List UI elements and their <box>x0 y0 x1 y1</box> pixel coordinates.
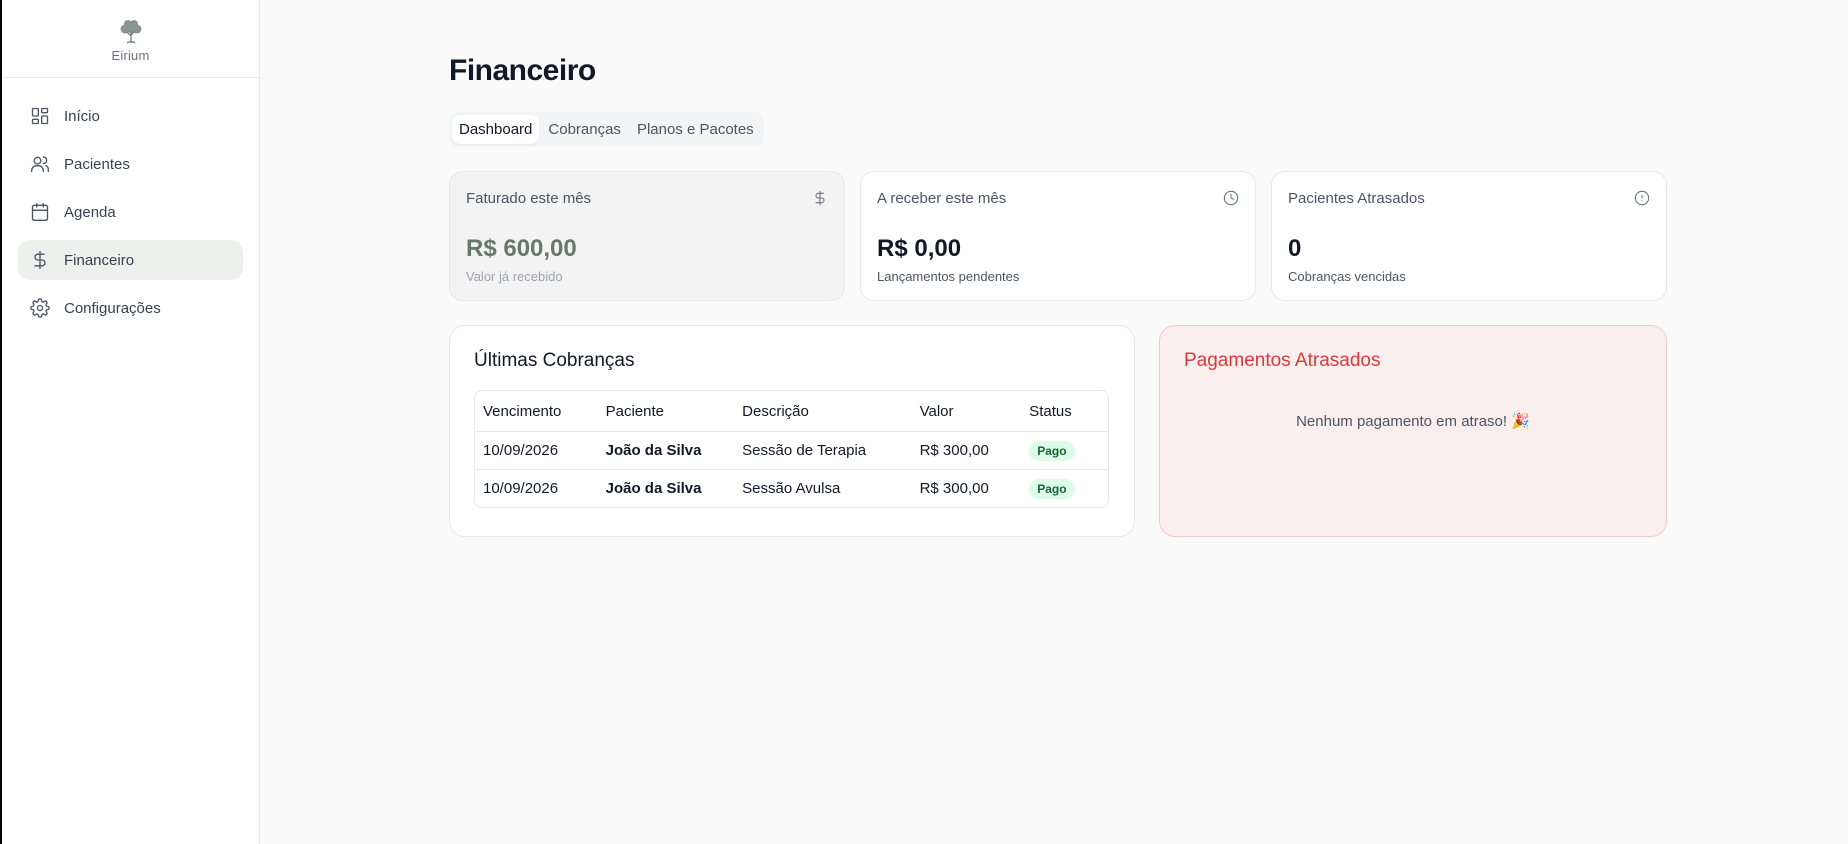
main-area: Financeiro Dashboard Cobranças Planos e … <box>260 0 1848 844</box>
brand-logo[interactable]: Eirium <box>2 0 259 78</box>
tab-bar: Dashboard Cobranças Planos e Pacotes <box>449 112 764 147</box>
table-header: Vencimento Paciente Descrição Valor Stat… <box>475 391 1108 431</box>
tab-planos-e-pacotes[interactable]: Planos e Pacotes <box>630 115 761 144</box>
sidebar-item-configuracoes[interactable]: Configurações <box>18 288 243 328</box>
column-header: Status <box>1029 402 1072 420</box>
card-a-receber: A receber este mês R$ 0,00 Lançamentos p… <box>860 171 1256 301</box>
window-edge <box>0 0 2 844</box>
cell-due-date: 10/09/2026 <box>483 480 559 497</box>
column-header: Valor <box>919 402 954 420</box>
sidebar-item-inicio[interactable]: Início <box>18 96 243 136</box>
card-subtitle: Valor já recebido <box>466 269 563 284</box>
empty-state-message: Nenhum pagamento em atraso! 🎉 <box>1296 413 1530 430</box>
cell-amount: R$ 300,00 <box>919 480 989 497</box>
cell-amount: R$ 300,00 <box>919 442 989 459</box>
status-badge: Pago <box>1029 478 1075 499</box>
lower-panels: Últimas Cobranças Vencimento Paciente De… <box>449 325 1667 537</box>
tree-logo-icon <box>120 19 141 43</box>
cell-patient: João da Silva <box>605 480 702 497</box>
sidebar-item-pacientes[interactable]: Pacientes <box>18 144 243 184</box>
alert-circle-icon <box>1634 190 1650 206</box>
cell-patient: João da Silva <box>605 442 702 459</box>
clock-icon <box>1223 190 1239 206</box>
column-header: Vencimento <box>483 402 562 420</box>
latest-charges-panel: Últimas Cobranças Vencimento Paciente De… <box>449 325 1135 537</box>
page-title: Financeiro <box>449 54 596 87</box>
table-row[interactable]: 10/09/2026 João da Silva Sessão Avulsa R… <box>475 469 1108 507</box>
sidebar-item-label: Início <box>64 107 100 125</box>
charges-table: Vencimento Paciente Descrição Valor Stat… <box>474 390 1109 508</box>
card-subtitle: Cobranças vencidas <box>1288 269 1406 284</box>
sidebar-item-financeiro[interactable]: Financeiro <box>18 240 243 280</box>
sidebar-item-label: Pacientes <box>64 155 130 173</box>
cell-description: Sessão de Terapia <box>742 442 867 459</box>
panel-title: Últimas Cobranças <box>474 350 635 371</box>
card-pacientes-atrasados: Pacientes Atrasados 0 Cobranças vencidas <box>1271 171 1667 301</box>
summary-cards: Faturado este mês R$ 600,00 Valor já rec… <box>449 171 1667 301</box>
dollar-icon <box>815 190 825 206</box>
column-header: Descrição <box>742 402 809 420</box>
card-value: 0 <box>1288 235 1302 262</box>
status-badge: Pago <box>1029 440 1075 461</box>
card-faturado: Faturado este mês R$ 600,00 Valor já rec… <box>449 171 845 301</box>
brand-name: Eirium <box>111 47 150 63</box>
dollar-icon <box>34 251 46 269</box>
sidebar-item-agenda[interactable]: Agenda <box>18 192 243 232</box>
cell-status: Pago <box>1021 440 1108 461</box>
dashboard-grid-icon <box>31 107 49 125</box>
card-label: Faturado este mês <box>466 190 592 207</box>
tab-dashboard[interactable]: Dashboard <box>452 115 540 144</box>
column-header: Paciente <box>605 402 664 420</box>
users-icon <box>31 156 50 173</box>
table-row[interactable]: 10/09/2026 João da Silva Sessão de Terap… <box>475 431 1108 469</box>
card-label: A receber este mês <box>877 190 1007 207</box>
app-root: Eirium Início Pacientes Agenda Financeir… <box>0 0 1848 844</box>
tab-cobrancas[interactable]: Cobranças <box>541 115 628 144</box>
card-label: Pacientes Atrasados <box>1288 190 1425 207</box>
cell-status: Pago <box>1021 478 1108 499</box>
sidebar-item-label: Financeiro <box>64 251 135 269</box>
content: Financeiro Dashboard Cobranças Planos e … <box>449 54 1667 537</box>
card-value: R$ 600,00 <box>466 235 577 262</box>
cell-description: Sessão Avulsa <box>742 480 841 497</box>
card-value: R$ 0,00 <box>877 235 962 262</box>
sidebar-item-label: Agenda <box>64 203 116 221</box>
overdue-payments-panel: Pagamentos Atrasados Nenhum pagamento em… <box>1159 325 1667 537</box>
card-subtitle: Lançamentos pendentes <box>877 269 1020 284</box>
panel-title: Pagamentos Atrasados <box>1184 350 1381 371</box>
calendar-icon <box>31 203 49 221</box>
cell-due-date: 10/09/2026 <box>483 442 559 459</box>
sidebar-nav: Início Pacientes Agenda Financeiro Confi… <box>2 78 259 346</box>
sidebar-item-label: Configurações <box>64 299 161 317</box>
sidebar: Eirium Início Pacientes Agenda Financeir… <box>2 0 260 844</box>
gear-icon <box>30 298 50 318</box>
